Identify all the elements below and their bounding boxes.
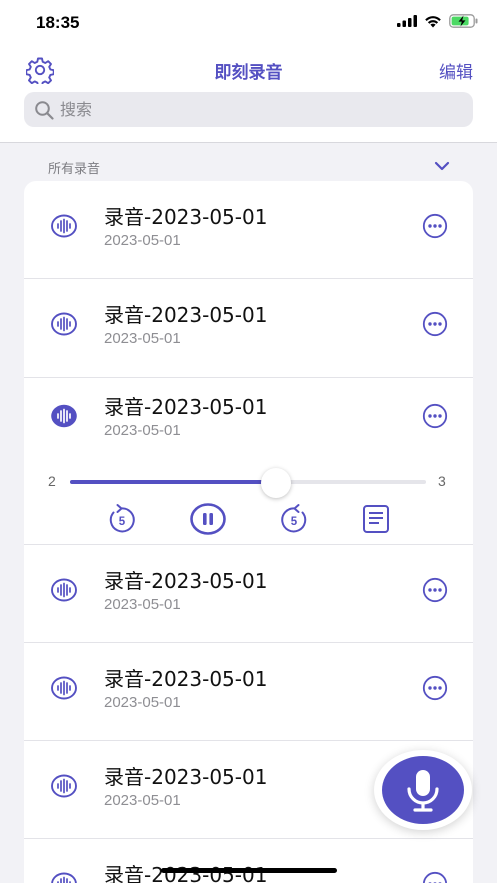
recording-date: 2023-05-01 — [104, 596, 181, 613]
status-icons — [397, 14, 479, 28]
cellular-signal-icon — [397, 15, 417, 27]
battery-charging-icon — [449, 14, 478, 28]
more-icon[interactable] — [422, 577, 448, 603]
waveform-icon[interactable] — [50, 402, 78, 430]
waveform-icon[interactable] — [50, 576, 78, 604]
status-time: 18:35 — [36, 13, 80, 32]
player-controls: 2 3 5 5 — [24, 458, 473, 545]
recording-row[interactable]: 录音-2023-05-01 — [24, 839, 473, 883]
recording-date: 2023-05-01 — [104, 422, 181, 439]
waveform-icon[interactable] — [50, 772, 78, 800]
search-bar[interactable] — [24, 92, 473, 127]
search-input[interactable] — [60, 92, 460, 127]
forward-5-icon[interactable]: 5 — [277, 502, 311, 536]
more-icon[interactable] — [422, 675, 448, 701]
waveform-icon[interactable] — [50, 212, 78, 240]
forward-seconds: 5 — [291, 516, 298, 528]
edit-button[interactable]: 编辑 — [439, 58, 473, 83]
more-icon[interactable] — [422, 871, 448, 883]
playback-slider[interactable] — [70, 468, 426, 498]
recording-title: 录音-2023-05-01 — [104, 303, 268, 327]
slider-thumb[interactable] — [261, 468, 292, 498]
waveform-icon[interactable] — [50, 674, 78, 702]
navigation-bar: 即刻录音 编辑 — [0, 50, 497, 90]
rewind-5-icon[interactable]: 5 — [105, 502, 139, 536]
recording-row[interactable]: 录音-2023-05-01 2023-05-01 — [24, 545, 473, 643]
total-time: 3 — [438, 473, 446, 489]
recording-row[interactable]: 录音-2023-05-01 2023-05-01 — [24, 643, 473, 741]
recording-row[interactable]: 录音-2023-05-01 2023-05-01 — [24, 181, 473, 279]
recording-row-active[interactable]: 录音-2023-05-01 2023-05-01 — [24, 378, 473, 458]
recording-row[interactable]: 录音-2023-05-01 2023-05-01 — [24, 279, 473, 377]
recording-title: 录音-2023-05-01 — [104, 667, 268, 691]
status-bar: 18:35 — [0, 0, 497, 50]
section-label: 所有录音 — [48, 162, 101, 177]
more-icon[interactable] — [422, 311, 448, 337]
wifi-icon — [425, 15, 441, 27]
page-title: 即刻录音 — [214, 63, 283, 83]
recording-title: 录音-2023-05-01 — [104, 765, 268, 789]
home-indicator — [161, 868, 337, 873]
recording-date: 2023-05-01 — [104, 330, 181, 347]
recording-date: 2023-05-01 — [104, 792, 181, 809]
rewind-seconds: 5 — [119, 516, 126, 528]
recording-title: 录音-2023-05-01 — [104, 395, 268, 419]
more-icon[interactable] — [422, 213, 448, 239]
waveform-icon[interactable] — [50, 310, 78, 338]
elapsed-time: 2 — [48, 473, 56, 489]
recording-date: 2023-05-01 — [104, 232, 181, 249]
search-icon — [35, 101, 54, 120]
recording-title: 录音-2023-05-01 — [104, 205, 268, 229]
more-icon[interactable] — [422, 403, 448, 429]
recording-date: 2023-05-01 — [104, 694, 181, 711]
record-button[interactable] — [374, 750, 472, 830]
microphone-icon — [407, 770, 439, 812]
chevron-down-icon[interactable] — [434, 160, 450, 172]
document-icon[interactable] — [359, 502, 393, 536]
header-divider — [0, 142, 497, 143]
playback-progress — [70, 480, 277, 484]
waveform-icon[interactable] — [50, 870, 78, 883]
pause-icon[interactable] — [189, 500, 227, 538]
recording-title: 录音-2023-05-01 — [104, 569, 268, 593]
record-button-fill — [382, 756, 464, 824]
